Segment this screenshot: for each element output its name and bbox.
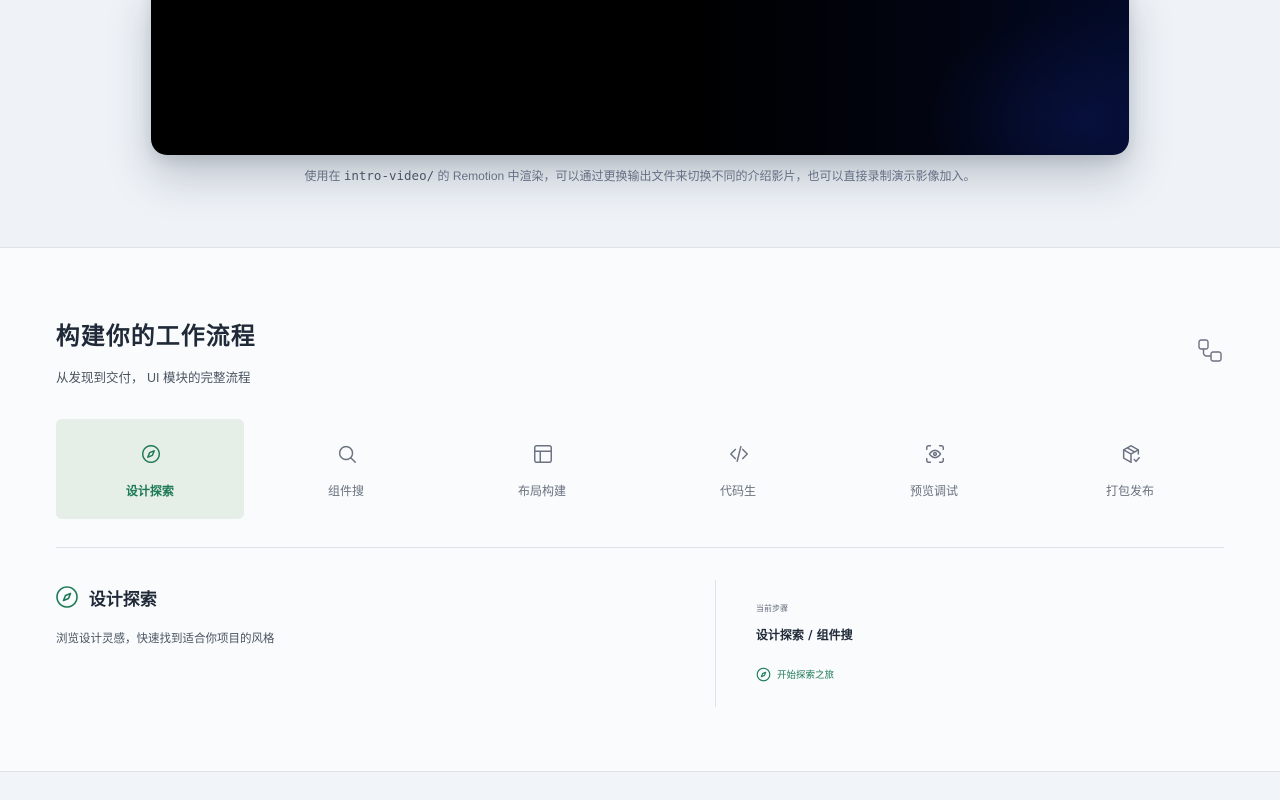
current-step-label: 当前步骤 [756, 604, 788, 613]
steps-divider [56, 547, 1224, 548]
caption-suffix: 的 Remotion 中渲染，可以通过更换输出文件来切换不同的介绍影片，也可以直… [437, 169, 976, 183]
detail-divider [715, 580, 716, 707]
section-title: 构建你的工作流程 [56, 321, 256, 350]
compass-icon [56, 586, 78, 608]
step-design-explore[interactable]: 设计探索 [56, 419, 244, 519]
current-step-value: 设计探索 / 组件搜 [756, 628, 853, 642]
intro-video-player[interactable] [151, 0, 1129, 155]
detail-title: 设计探索 [89, 590, 157, 610]
step-label: 代码生 [719, 484, 756, 498]
search-icon [338, 445, 356, 463]
step-label: 设计探索 [125, 484, 174, 498]
step-label: 布局构建 [517, 484, 566, 498]
step-label: 预览调试 [909, 484, 958, 498]
start-explore-link[interactable]: 开始探索之旅 [756, 666, 834, 682]
step-label: 打包发布 [1105, 484, 1154, 498]
caption-code-path: intro-video/ [343, 168, 435, 183]
workflow-steps: 设计探索 组件搜 布局构建 代码生 预览调试 打包发布 [56, 419, 1224, 519]
step-preview-debug[interactable]: 预览调试 [840, 419, 1028, 519]
workflow-icon[interactable] [1196, 337, 1224, 365]
section-subtitle: 从发现到交付， UI 模块的完整流程 [56, 371, 251, 385]
footer-divider [0, 771, 1280, 772]
video-caption: 使用在 intro-video/ 的 Remotion 中渲染，可以通过更换输出… [0, 167, 1280, 184]
package-check-icon [1122, 445, 1140, 463]
hero-section: 使用在 intro-video/ 的 Remotion 中渲染，可以通过更换输出… [0, 0, 1280, 247]
step-layout-build[interactable]: 布局构建 [448, 419, 636, 519]
step-package-release[interactable]: 打包发布 [1036, 419, 1224, 519]
step-component-search[interactable]: 组件搜 [252, 419, 440, 519]
eye-scan-icon [926, 445, 944, 463]
detail-description: 浏览设计灵感，快速找到适合你项目的风格 [56, 631, 275, 645]
start-explore-label: 开始探索之旅 [777, 670, 835, 681]
compass-icon [756, 667, 771, 681]
step-code-gen[interactable]: 代码生 [644, 419, 832, 519]
caption-prefix: 使用在 [304, 169, 341, 183]
code-icon [730, 445, 748, 463]
step-label: 组件搜 [327, 484, 364, 498]
layout-icon [534, 445, 552, 463]
compass-icon [142, 445, 160, 463]
